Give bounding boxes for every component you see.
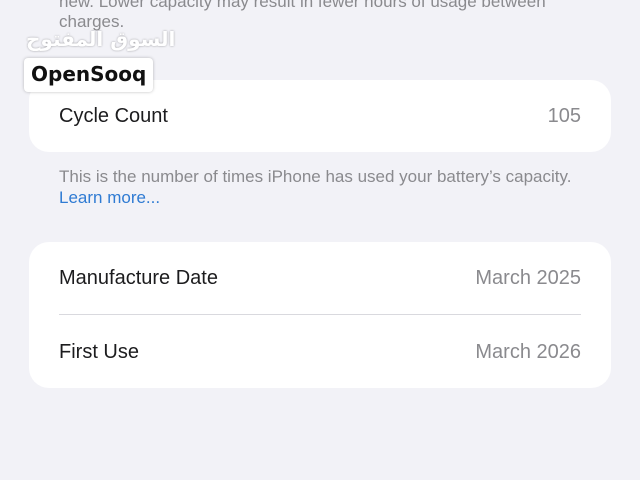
manufacture-date-value: March 2025 [475,266,581,289]
learn-more-link[interactable]: Learn more... [59,188,160,207]
opensooq-watermark: السوق المفتوح OpenSooq [24,28,175,92]
opensooq-logo: OpenSooq [24,58,154,92]
battery-dates-card: Manufacture Date March 2025 First Use Ma… [29,242,611,388]
first-use-value: March 2026 [475,340,581,363]
row-divider [59,314,581,315]
watermark-arabic-text: السوق المفتوح [26,27,176,51]
cycle-count-label: Cycle Count [59,104,168,127]
first-use-row: First Use March 2026 [59,316,581,388]
first-use-label: First Use [59,340,139,363]
manufacture-date-label: Manufacture Date [59,266,218,289]
manufacture-date-row: Manufacture Date March 2025 [59,242,581,314]
cycle-count-footnote: This is the number of times iPhone has u… [59,166,599,208]
cycle-count-value: 105 [547,104,581,127]
cycle-count-footnote-text: This is the number of times iPhone has u… [59,167,572,186]
